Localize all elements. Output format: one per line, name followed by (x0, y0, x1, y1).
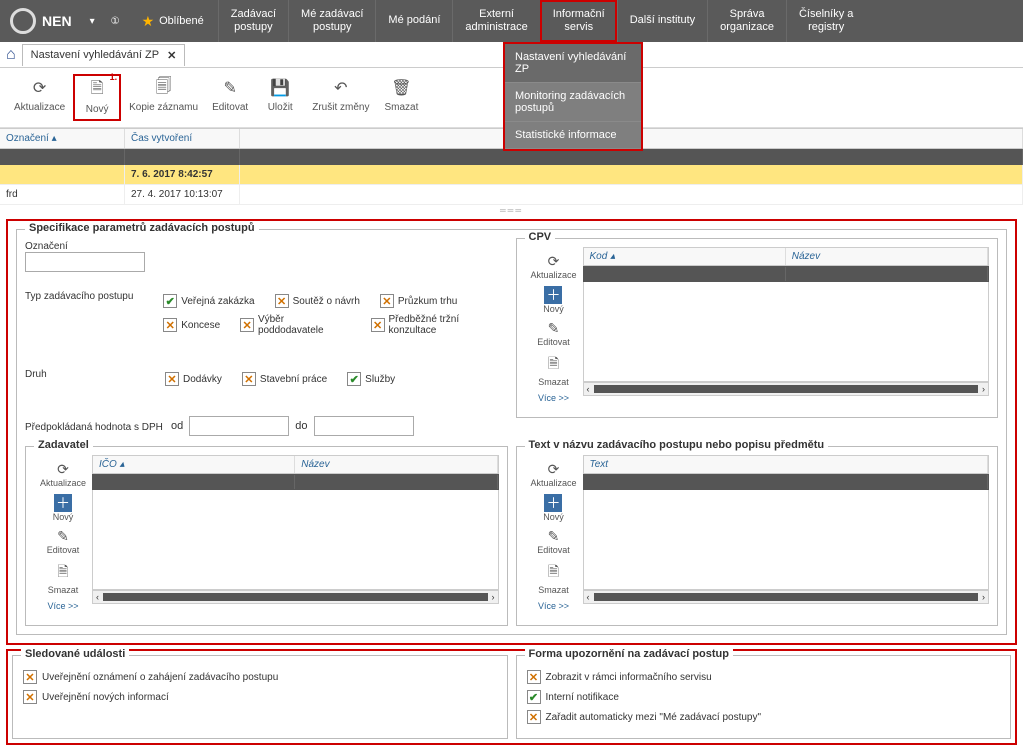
cpv-edit[interactable]: ✎Editovat (537, 318, 570, 349)
label-oznaceni: Označení (25, 238, 165, 252)
star-icon: ★ (142, 13, 155, 30)
cpv-delete[interactable]: 🗎Smazat (538, 351, 569, 389)
zad-col-ico[interactable]: IČO ▴ (93, 456, 295, 473)
chk-koncese[interactable]: ✕Koncese (163, 318, 220, 332)
delete-icon: 🗑 (391, 78, 411, 98)
zad-edit[interactable]: ✎Editovat (47, 526, 80, 557)
table-row[interactable]: 7. 6. 2017 8:42:57 (0, 165, 1023, 185)
zad-new[interactable]: ＋Nový (53, 492, 74, 524)
chk-vyber-poddodavatele[interactable]: ✕Výběr poddodavatele (240, 314, 351, 336)
menu-externi-admin[interactable]: Externíadministrace (452, 0, 539, 42)
chk-stavebni[interactable]: ✕Stavební práce (242, 372, 327, 386)
txt-more[interactable]: Více >> (538, 599, 569, 613)
menu-me-podani[interactable]: Mé podání (375, 0, 452, 42)
menu-informacni-servis[interactable]: Informačníservis (540, 0, 617, 42)
chk-sluzby[interactable]: ✔Služby (347, 372, 395, 386)
history-back[interactable]: ① (103, 0, 128, 42)
label-typ: Typ zadávacího postupu (25, 288, 163, 342)
zad-hscroll[interactable]: ‹› (92, 590, 499, 604)
txt-edit[interactable]: ✎Editovat (537, 526, 570, 557)
cpv-col-kod[interactable]: Kod ▴ (584, 248, 786, 265)
spec-panel: Specifikace parametrů zadávacích postupů… (6, 219, 1017, 645)
cpv-title: CPV (525, 231, 556, 243)
zad-delete[interactable]: 🗎Smazat (48, 559, 79, 597)
bottom-panel: Sledované události ✕Uveřejnění oznámení … (6, 649, 1017, 745)
undo-icon: ↶ (331, 78, 351, 98)
zad-col-nazev[interactable]: Název (295, 456, 497, 473)
do-input[interactable] (314, 416, 414, 436)
chk-soutez[interactable]: ✕Soutěž o návrh (275, 294, 360, 308)
save-button[interactable]: 💾Uložit (256, 74, 304, 121)
refresh-button[interactable]: ⟳Aktualizace (8, 74, 71, 121)
records-grid-filter[interactable] (0, 149, 1023, 165)
cpv-refresh[interactable]: ⟳Aktualizace (530, 251, 576, 282)
label-druh: Druh (25, 366, 165, 392)
dropdown-caret[interactable]: ▾ (82, 0, 103, 42)
home-icon[interactable]: ⌂ (6, 46, 16, 64)
chk-uverejneni-novych[interactable]: ✕Uveřejnění nových informací (23, 690, 497, 704)
txt-refresh[interactable]: ⟳Aktualizace (530, 459, 576, 490)
zadavatel-title: Zadavatel (34, 439, 93, 451)
chk-predbezne[interactable]: ✕Předběžné tržní konzultace (371, 314, 508, 336)
cpv-tools: ⟳Aktualizace ＋Nový ✎Editovat 🗎Smazat Víc… (525, 247, 583, 409)
active-tab[interactable]: Nastavení vyhledávání ZP ✕ (22, 44, 186, 66)
menu-me-zadavaci[interactable]: Mé zadávacípostupy (288, 0, 375, 42)
chk-pruzkum[interactable]: ✕Průzkum trhu (380, 294, 457, 308)
undo-button[interactable]: ↶Zrušit změny (306, 74, 375, 121)
txt-col-text[interactable]: Text (584, 456, 989, 473)
delete-button[interactable]: 🗑Smazat (377, 74, 425, 121)
chk-dodavky[interactable]: ✕Dodávky (165, 372, 222, 386)
informacni-servis-dropdown: Nastavení vyhledávání ZP Monitoring zadá… (503, 42, 643, 151)
menu-ciselniky[interactable]: Číselníky aregistry (786, 0, 865, 42)
chk-zobrazit-servis[interactable]: ✕Zobrazit v rámci informačního servisu (527, 670, 1001, 684)
app-logo[interactable]: NEN (0, 0, 82, 42)
edit-icon: ✎ (220, 78, 240, 98)
cpv-col-nazev[interactable]: Název (786, 248, 988, 265)
oznaceni-input[interactable] (25, 252, 145, 272)
od-input[interactable] (189, 416, 289, 436)
menu-dalsi-instituty[interactable]: Další instituty (617, 0, 707, 42)
alerts-title: Forma upozornění na zadávací postup (525, 648, 733, 660)
col-cas[interactable]: Čas vytvoření (125, 129, 240, 148)
txt-hscroll[interactable]: ‹› (583, 590, 990, 604)
new-icon: 🗎 (87, 80, 107, 100)
text-title: Text v názvu zadávacího postupu nebo pop… (525, 439, 829, 451)
menu-zadavaci-postupy[interactable]: Zadávacípostupy (218, 0, 288, 42)
col-oznaceni[interactable]: Označení ▴ (0, 129, 125, 148)
edit-button[interactable]: ✎Editovat (206, 74, 254, 121)
logo-icon (10, 8, 36, 34)
zad-more[interactable]: Více >> (47, 599, 78, 613)
chk-zaradit-auto[interactable]: ✕Zařadit automaticky mezi "Mé zadávací p… (527, 710, 1001, 724)
zad-refresh[interactable]: ⟳Aktualizace (40, 459, 86, 490)
cpv-new[interactable]: ＋Nový (543, 284, 564, 316)
dropdown-monitoring[interactable]: Monitoring zadávacích postupů (505, 83, 641, 122)
save-icon: 💾 (270, 78, 290, 98)
dropdown-nastaveni-zp[interactable]: Nastavení vyhledávání ZP (505, 44, 641, 83)
events-title: Sledované události (21, 648, 129, 660)
spec-title: Specifikace parametrů zadávacích postupů (25, 222, 259, 234)
cpv-hscroll[interactable]: ‹› (583, 382, 990, 396)
close-icon[interactable]: ✕ (167, 49, 176, 62)
cpv-more[interactable]: Více >> (538, 391, 569, 405)
dropdown-statistika[interactable]: Statistické informace (505, 122, 641, 149)
favorites[interactable]: ★ Oblíbené (128, 0, 218, 42)
new-button[interactable]: 1. 🗎Nový (73, 74, 121, 121)
top-menu-bar: NEN ▾ ① ★ Oblíbené Zadávacípostupy Mé za… (0, 0, 1023, 42)
copy-button[interactable]: 🗐Kopie záznamu (123, 74, 204, 121)
chk-uverejneni-zahajeni[interactable]: ✕Uveřejnění oznámení o zahájení zadávací… (23, 670, 497, 684)
label-hodnota: Předpokládaná hodnota s DPH (25, 419, 165, 433)
refresh-icon: ⟳ (30, 78, 50, 98)
menu-sprava-org[interactable]: Správaorganizace (707, 0, 786, 42)
copy-icon: 🗐 (154, 78, 174, 98)
app-name: NEN (42, 13, 72, 29)
chk-verejna-zakazka[interactable]: ✔Veřejná zakázka (163, 294, 254, 308)
splitter-handle[interactable]: ═══ (500, 206, 523, 215)
txt-new[interactable]: ＋Nový (543, 492, 564, 524)
chk-interni-notifikace[interactable]: ✔Interní notifikace (527, 690, 1001, 704)
table-row[interactable]: frd 27. 4. 2017 10:13:07 (0, 185, 1023, 205)
txt-delete[interactable]: 🗎Smazat (538, 559, 569, 597)
